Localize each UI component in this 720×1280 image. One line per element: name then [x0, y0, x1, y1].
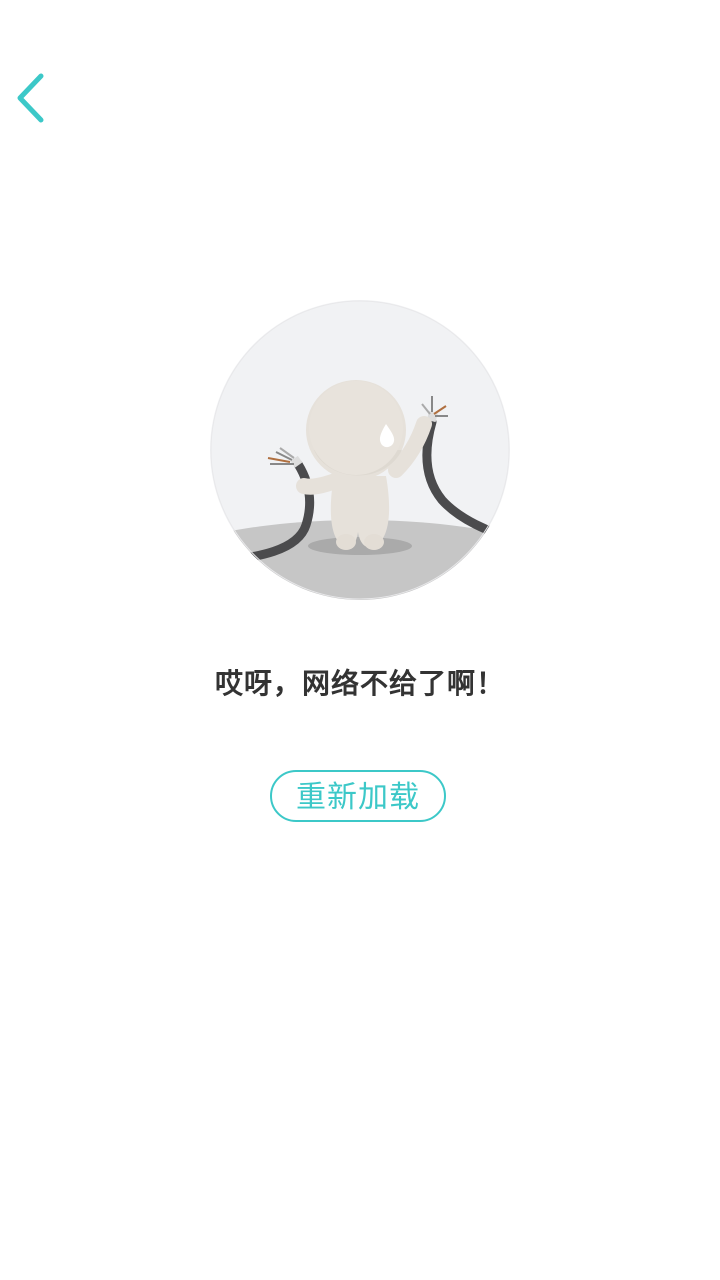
network-error-page: 哎呀，网络不给了啊！ 重新加载 [0, 0, 720, 1280]
back-button[interactable] [14, 66, 70, 130]
reload-button[interactable]: 重新加载 [270, 770, 446, 822]
error-message: 哎呀，网络不给了啊！ [214, 667, 505, 700]
chevron-left-icon [14, 70, 46, 126]
broken-cable-illustration [210, 300, 510, 600]
